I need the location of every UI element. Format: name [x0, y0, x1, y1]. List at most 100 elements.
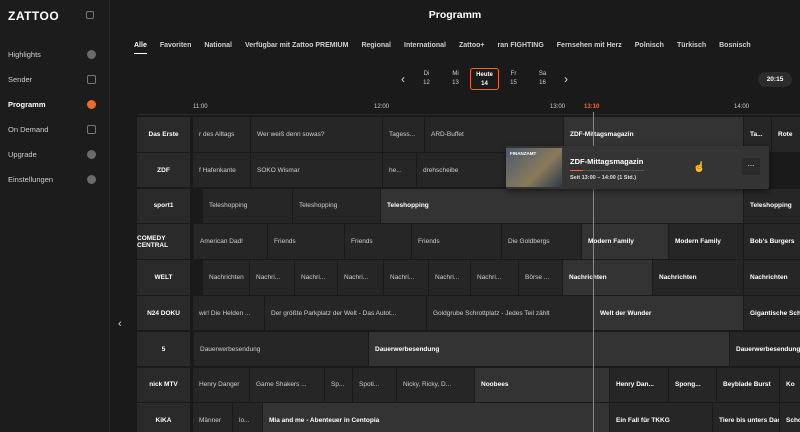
program-cell[interactable]: Nachrichten [652, 260, 743, 295]
program-cell[interactable]: Nachri... [428, 260, 470, 295]
program-cell[interactable]: Teleshopping [292, 188, 380, 224]
program-cell[interactable]: Wer weiß denn sowas? [250, 117, 382, 152]
sidebar-item-on-demand[interactable]: On Demand [0, 117, 110, 142]
program-cell[interactable]: Nachri... [294, 260, 337, 295]
program-cell[interactable]: Ko [779, 367, 800, 403]
program-cell[interactable]: SOKO Wismar [250, 152, 382, 188]
program-cell-current[interactable]: Teleshopping [380, 188, 743, 224]
program-cell-current[interactable]: Dauerwerbesendung [368, 331, 729, 367]
program-cell[interactable]: Börse ... [518, 260, 562, 295]
program-cell[interactable]: Henry Dan... [609, 367, 668, 403]
primetime-button[interactable]: 20:15 [758, 72, 792, 87]
more-options-button[interactable]: ... [742, 158, 760, 175]
program-cell[interactable]: Friends [411, 224, 501, 259]
program-cell[interactable]: Teleshopping [743, 188, 800, 224]
channel-logo[interactable]: nick MTV [137, 367, 190, 403]
channel-logo[interactable]: COMEDY CENTRAL [137, 224, 190, 259]
channel-row-5: 5 Dauerwerbesendung Dauerwerbesendung Da… [137, 331, 800, 368]
tab-bosnisch[interactable]: Bosnisch [719, 42, 751, 49]
tab-fernsehen-mit-herz[interactable]: Fernsehen mit Herz [557, 42, 622, 49]
tab-tuerkisch[interactable]: Türkisch [677, 42, 706, 49]
day-wed[interactable]: Mi 13 [441, 68, 470, 90]
program-cell[interactable]: Gigantische Sch [743, 295, 800, 331]
program-cell[interactable]: wir! Die Helden ... [192, 295, 264, 331]
app: ZATTOO Highlights Sender Programm On Dem… [0, 0, 800, 432]
program-cell[interactable]: Nachrichten [743, 260, 800, 295]
program-cell-current[interactable]: Modern Family [581, 224, 668, 259]
channel-logo[interactable]: ZDF [137, 152, 190, 188]
tab-international[interactable]: International [404, 42, 446, 49]
program-cell[interactable]: Nachri... [249, 260, 294, 295]
program-cell[interactable]: American Dad! [193, 224, 267, 259]
day-sat[interactable]: Sa 16 [528, 68, 557, 90]
program-cell[interactable]: Goldgrube Schrottplatz - Jedes Teil zähl… [426, 295, 593, 331]
day-tue[interactable]: Di 12 [412, 68, 441, 90]
program-cell[interactable]: lo... [232, 403, 262, 432]
program-detail-popup[interactable]: FINANZAMT ZDF-Mittagsmagazin Seit 13:00 … [506, 146, 769, 189]
sidebar-item-label: Einstellungen [8, 175, 54, 184]
program-cell[interactable]: Die Goldbergs [501, 224, 581, 259]
channel-logo[interactable]: 5 [137, 331, 190, 367]
program-cell[interactable]: Nachrichten [202, 260, 249, 295]
tab-favoriten[interactable]: Favoriten [160, 42, 192, 49]
day-fri[interactable]: Fr 15 [499, 68, 528, 90]
program-cell[interactable]: drehscheibe [416, 152, 506, 188]
sidebar-item-highlights[interactable]: Highlights [0, 42, 110, 67]
program-cell[interactable]: Nicky, Ricky, D... [396, 367, 474, 403]
program-cell[interactable]: Ein Fall für TKKG [609, 403, 712, 432]
program-cell[interactable]: Nachri... [383, 260, 428, 295]
zattoo-logo[interactable]: ZATTOO [8, 9, 59, 23]
sidebar-item-programm[interactable]: Programm [0, 92, 110, 117]
program-cell[interactable]: Scho [779, 403, 800, 432]
program-cell[interactable]: he... [382, 152, 416, 188]
tab-regional[interactable]: Regional [361, 42, 391, 49]
sidebar-item-upgrade[interactable]: Upgrade [0, 142, 110, 167]
day-today[interactable]: Heute 14 [470, 68, 499, 90]
program-cell[interactable]: Teleshopping [202, 188, 292, 224]
program-cell[interactable]: f Hafenkante [192, 152, 250, 188]
channel-logo[interactable]: KiKA [137, 403, 190, 432]
program-cell[interactable]: Friends [267, 224, 344, 259]
program-cell[interactable]: Spong... [668, 367, 716, 403]
prev-day-icon[interactable]: ‹ [394, 72, 412, 86]
channel-logo[interactable]: sport1 [137, 188, 190, 224]
tab-ran-fighting[interactable]: ran FIGHTING [498, 42, 544, 49]
sidebar-item-sender[interactable]: Sender [0, 67, 110, 92]
collapse-sidebar-icon[interactable] [86, 11, 94, 19]
channel-logo[interactable]: N24 DOKU [137, 295, 190, 331]
program-cell[interactable]: Sp... [324, 367, 352, 403]
program-cell[interactable]: Friends [344, 224, 411, 259]
program-cell[interactable]: Dauerwerbesendung [193, 331, 368, 367]
tab-alle[interactable]: Alle [134, 42, 147, 54]
channel-logo[interactable]: WELT [137, 260, 190, 295]
program-cell-current[interactable]: Noobees [474, 367, 609, 403]
program-cell[interactable]: Modern Family [668, 224, 743, 259]
program-cell[interactable]: Tagess... [382, 117, 424, 152]
program-cell[interactable]: Spoti... [352, 367, 396, 403]
program-cell[interactable]: Bob's Burgers [743, 224, 800, 259]
program-cell[interactable]: Game Shakers ... [249, 367, 324, 403]
sidebar-item-einstellungen[interactable]: Einstellungen [0, 167, 110, 192]
program-cell[interactable]: Männer [192, 403, 232, 432]
program-cell[interactable]: Henry Danger [192, 367, 249, 403]
program-cell-current[interactable]: Nachrichten [562, 260, 652, 295]
program-cell[interactable]: Nachri... [470, 260, 518, 295]
tab-polnisch[interactable]: Polnisch [635, 42, 664, 49]
program-cell[interactable]: Dauerwerbesendung [729, 331, 800, 367]
program-cell[interactable]: Rote [771, 117, 800, 152]
scroll-left-icon[interactable]: ‹ [118, 318, 122, 330]
tab-zattoo-plus[interactable]: Zattoo+ [459, 42, 484, 49]
next-day-icon[interactable]: › [557, 72, 575, 86]
current-time-tick: 13:10 [584, 104, 600, 110]
program-cell[interactable]: Tiere bis unters Dach [712, 403, 779, 432]
program-cell[interactable]: Beyblade Burst [716, 367, 779, 403]
program-cell[interactable]: Nachri... [337, 260, 383, 295]
tab-premium[interactable]: Verfügbar mit Zattoo PREMIUM [245, 42, 348, 49]
program-cell-current[interactable]: Mia and me - Abenteuer in Centopia [262, 403, 609, 432]
program-cell[interactable]: Der größte Parkplatz der Welt - Das Auto… [264, 295, 426, 331]
program-cell[interactable]: r des Alltags [192, 117, 250, 152]
tab-national[interactable]: National [204, 42, 232, 49]
program-cell-current[interactable]: Welt der Wunder [593, 295, 743, 331]
day-name: Di [423, 71, 430, 77]
channel-logo[interactable]: Das Erste [137, 117, 190, 152]
